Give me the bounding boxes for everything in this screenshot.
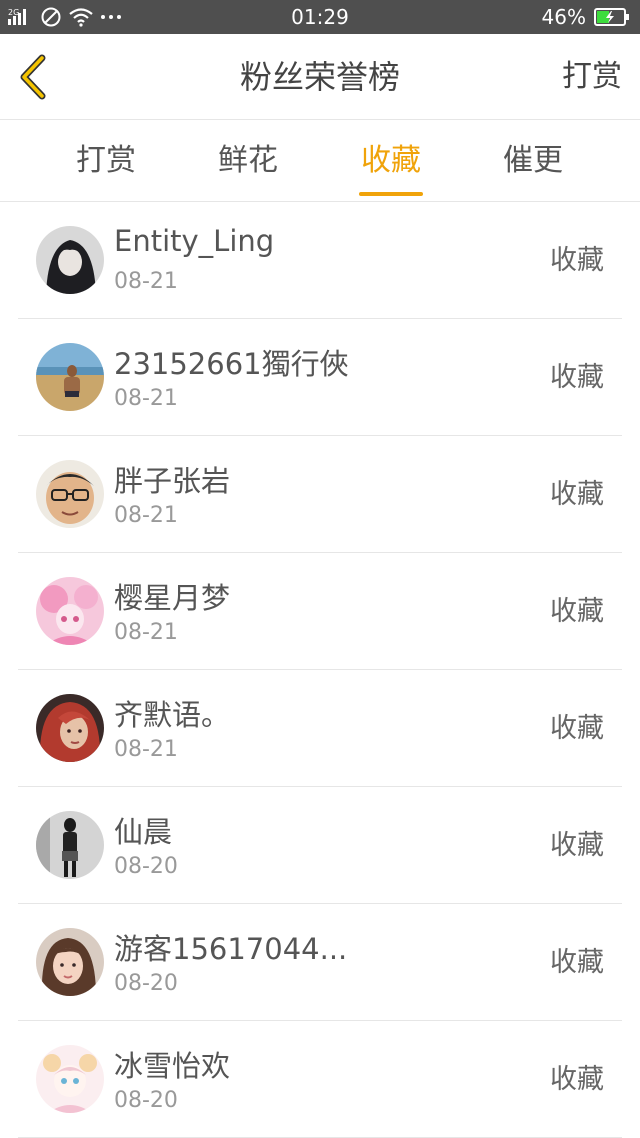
avatar bbox=[36, 460, 104, 528]
tab-favorites[interactable]: 收藏 bbox=[331, 120, 451, 202]
fan-date: 08-21 bbox=[114, 269, 178, 294]
fan-action-label: 收藏 bbox=[550, 1064, 604, 1095]
battery-charging-icon bbox=[594, 7, 630, 27]
status-bar: 2G 01:29 46% bbox=[0, 0, 640, 34]
fan-date: 08-20 bbox=[114, 854, 178, 879]
fan-name: 游客15617044... bbox=[114, 932, 348, 966]
fan-name: 冰雪怡欢 bbox=[114, 1049, 231, 1083]
fan-action-label: 收藏 bbox=[550, 245, 604, 276]
list-item[interactable]: 游客15617044... 08-20 收藏 bbox=[18, 904, 622, 1021]
tab-reward[interactable]: 打赏 bbox=[46, 120, 166, 202]
fan-date: 08-20 bbox=[114, 971, 178, 996]
fan-list: Entity_Ling 08-21 收藏 23152661獨行俠 08-21 收… bbox=[0, 202, 640, 1138]
fan-name: 23152661獨行俠 bbox=[114, 347, 349, 381]
reward-button[interactable]: 打赏 bbox=[562, 34, 622, 120]
fan-date: 08-21 bbox=[114, 620, 178, 645]
avatar bbox=[36, 343, 104, 411]
fan-action-label: 收藏 bbox=[550, 362, 604, 393]
fan-name: 仙晨 bbox=[114, 815, 173, 849]
fan-action-label: 收藏 bbox=[550, 713, 604, 744]
page-title: 粉丝荣誉榜 bbox=[239, 58, 400, 96]
tab-label: 鲜花 bbox=[218, 143, 278, 178]
fan-action-label: 收藏 bbox=[550, 479, 604, 510]
fan-date: 08-21 bbox=[114, 503, 178, 528]
list-item[interactable]: Entity_Ling 08-21 收藏 bbox=[18, 202, 622, 319]
fan-name: 胖子张岩 bbox=[114, 464, 231, 498]
list-item[interactable]: 樱星月梦 08-21 收藏 bbox=[18, 553, 622, 670]
tab-label: 打赏 bbox=[76, 143, 136, 178]
avatar bbox=[36, 226, 104, 294]
list-item[interactable]: 23152661獨行俠 08-21 收藏 bbox=[18, 319, 622, 436]
fan-name: Entity_Ling bbox=[114, 224, 275, 258]
avatar bbox=[36, 1045, 104, 1113]
tab-urge-update[interactable]: 催更 bbox=[473, 120, 593, 202]
list-item[interactable]: 齐默语。 08-21 收藏 bbox=[18, 670, 622, 787]
list-item[interactable]: 冰雪怡欢 08-20 收藏 bbox=[18, 1021, 622, 1138]
list-item[interactable]: 胖子张岩 08-21 收藏 bbox=[18, 436, 622, 553]
fan-action-label: 收藏 bbox=[550, 947, 604, 978]
tab-flowers[interactable]: 鲜花 bbox=[188, 120, 308, 202]
active-tab-indicator bbox=[359, 192, 423, 196]
fan-name: 齐默语。 bbox=[114, 698, 231, 732]
fan-date: 08-21 bbox=[114, 737, 178, 762]
avatar bbox=[36, 928, 104, 996]
fan-action-label: 收藏 bbox=[550, 596, 604, 627]
avatar bbox=[36, 811, 104, 879]
tab-label: 催更 bbox=[503, 143, 563, 178]
fan-date: 08-20 bbox=[114, 1088, 178, 1113]
tab-label: 收藏 bbox=[361, 143, 421, 178]
nav-header: 粉丝荣誉榜 打赏 bbox=[0, 34, 640, 120]
battery-percent: 46% bbox=[541, 5, 586, 29]
status-icons-right: 46% bbox=[542, 0, 630, 34]
tab-bar: 打赏 鲜花 收藏 催更 bbox=[0, 120, 640, 202]
list-item[interactable]: 仙晨 08-20 收藏 bbox=[18, 787, 622, 904]
avatar bbox=[36, 577, 104, 645]
avatar bbox=[36, 694, 104, 762]
fan-name: 樱星月梦 bbox=[114, 581, 231, 615]
fan-action-label: 收藏 bbox=[550, 830, 604, 861]
fan-date: 08-21 bbox=[114, 386, 178, 411]
